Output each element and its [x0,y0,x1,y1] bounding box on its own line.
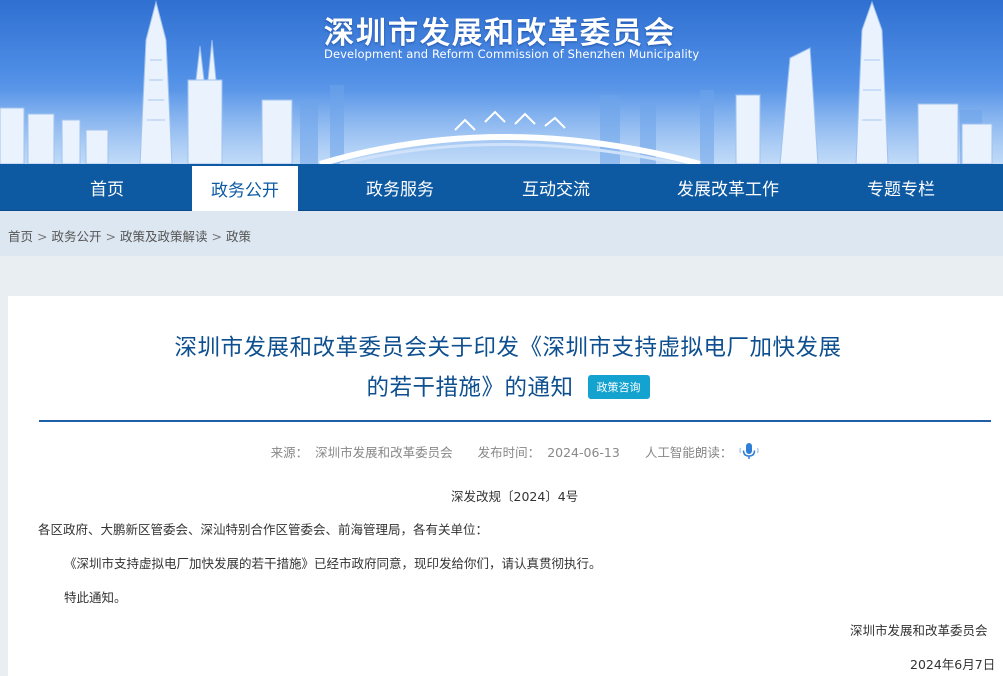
breadcrumb-separator: > [105,229,116,244]
breadcrumb-policy[interactable]: 政策 [226,229,251,244]
breadcrumb-bar: 首页 > 政务公开 > 政策及政策解读 > 政策 [0,211,1003,256]
tts-label: 人工智能朗读： [644,445,733,460]
site-subtitle: Development and Reform Commission of She… [324,47,700,61]
source-info: 来源： 深圳市发展和改革委员会 [264,445,453,460]
tts-info: 人工智能朗读： [638,445,740,460]
breadcrumb-separator: > [211,229,222,244]
article-title-line2: 的若干措施》的通知 政策咨询 [8,370,1003,402]
breadcrumb-home[interactable]: 首页 [8,229,33,244]
nav-item-government-affairs[interactable]: 政务公开 [192,166,298,211]
source-value: 深圳市发展和改革委员会 [315,445,453,460]
article-title-line1: 深圳市发展和改革委员会关于印发《深圳市支持虚拟电厂加快发展 [174,335,842,361]
breadcrumb-policy-interpretation[interactable]: 政策及政策解读 [120,229,208,244]
header-banner: 深圳市发展和改革委员会 Development and Reform Commi… [0,0,1003,164]
main-nav: 首页 政务公开 政务服务 互动交流 发展改革工作 专题专栏 [0,164,1003,211]
body-paragraph-1: 《深圳市支持虚拟电厂加快发展的若干措施》已经市政府同意，现印发给你们，请认真贯彻… [64,556,602,571]
article-title-text: 的若干措施》的通知 [366,375,574,401]
sign-date: 2024年6月7日 [910,657,996,672]
nav-item-government-services[interactable]: 政务服务 [348,164,452,211]
nav-item-special-topics[interactable]: 专题专栏 [848,164,954,211]
publish-date-info: 发布时间： 2024-06-13 [471,445,620,460]
article-meta: 来源： 深圳市发展和改革委员会 发布时间： 2024-06-13 人工智能朗读： [8,442,1003,465]
policy-consult-tag[interactable]: 政策咨询 [587,374,650,399]
signature: 深圳市发展和改革委员会 [850,623,988,638]
site-title: 深圳市发展和改革委员会 [324,16,676,51]
salutation: 各区政府、大鹏新区管委会、深汕特别合作区管委会、前海管理局，各有关单位： [38,522,489,537]
breadcrumb-separator: > [37,229,48,244]
date-label: 发布时间： [477,445,541,460]
breadcrumb-government-affairs[interactable]: 政务公开 [52,229,102,244]
nav-item-reform-work[interactable]: 发展改革工作 [660,164,796,211]
title-divider [39,420,991,422]
nav-item-interaction[interactable]: 互动交流 [504,164,608,211]
source-label: 来源： [270,445,309,460]
body-paragraph-2: 特此通知。 [64,590,127,605]
date-value: 2024-06-13 [547,445,620,460]
article-panel: 深圳市发展和改革委员会关于印发《深圳市支持虚拟电厂加快发展 的若干措施》的通知政… [8,296,1003,676]
breadcrumb: 首页 > 政务公开 > 政策及政策解读 > 政策 [8,226,251,245]
nav-item-home[interactable]: 首页 [62,164,152,211]
microphone-icon[interactable] [739,441,759,464]
document-number: 深发改规〔2024〕4号 [451,489,579,504]
